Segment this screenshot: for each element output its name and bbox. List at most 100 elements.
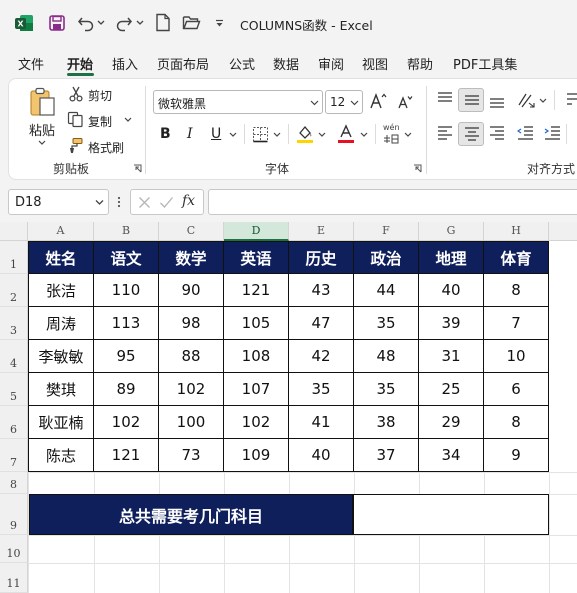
redo-icon[interactable] [115,14,133,32]
row-header-6[interactable]: 6 [0,406,28,439]
tab-formulas[interactable]: 公式 [229,54,255,73]
tab-data[interactable]: 数据 [273,54,299,73]
phonetic-guide-label[interactable]: wén [383,123,400,132]
table-cell[interactable]: 6 [484,373,549,406]
summary-label-cell[interactable]: 总共需要考几门科目 [29,494,353,535]
more-options-icon[interactable] [117,195,121,209]
font-size-select[interactable]: 12 [325,90,363,114]
bottom-align-icon[interactable] [489,94,505,108]
new-file-icon[interactable] [155,13,171,32]
underline-dropdown-icon[interactable] [229,132,237,138]
table-cell[interactable]: 109 [224,439,289,472]
format-painter-label[interactable]: 格式刷 [88,139,124,156]
increase-indent-icon[interactable] [544,126,561,140]
table-cell[interactable]: 100 [159,406,224,439]
redo-dropdown-icon[interactable] [136,20,144,26]
table-cell[interactable]: 48 [354,340,419,373]
decrease-font-size-icon[interactable] [397,94,413,110]
column-header-e[interactable]: E [289,222,354,241]
tab-help[interactable]: 帮助 [407,54,433,73]
select-all-button[interactable] [0,222,28,241]
table-cell[interactable]: 34 [419,439,484,472]
table-cell[interactable]: 38 [354,406,419,439]
table-cell[interactable]: 35 [354,373,419,406]
table-cell[interactable]: 40 [289,439,354,472]
table-cell[interactable]: 41 [289,406,354,439]
table-cell[interactable]: 9 [484,439,549,472]
row-header-11[interactable]: 11 [0,563,28,593]
font-color-dropdown-icon[interactable] [360,132,368,138]
table-cell[interactable]: 43 [289,274,354,307]
table-cell[interactable]: 31 [419,340,484,373]
table-cell[interactable]: 88 [159,340,224,373]
insert-function-button[interactable]: fx [182,193,195,209]
table-cell[interactable]: 113 [94,307,159,340]
summary-value-cell[interactable] [353,494,549,535]
table-cell[interactable]: 8 [484,406,549,439]
column-header-i[interactable] [549,222,577,241]
fill-color-dropdown-icon[interactable] [318,132,326,138]
table-header-cell[interactable]: 体育 [484,241,549,274]
table-cell[interactable]: 102 [159,373,224,406]
font-name-select[interactable]: 微软雅黑 [153,90,323,114]
middle-align-button[interactable] [458,88,484,112]
table-cell[interactable]: 90 [159,274,224,307]
decrease-indent-icon[interactable] [517,126,534,140]
table-cell[interactable]: 42 [289,340,354,373]
table-cell[interactable]: 35 [289,373,354,406]
table-cell[interactable]: 47 [289,307,354,340]
paste-label[interactable]: 粘贴 [29,120,55,139]
table-header-cell[interactable]: 姓名 [28,241,94,274]
tab-view[interactable]: 视图 [362,54,388,73]
table-cell[interactable]: 73 [159,439,224,472]
clipboard-launcher-icon[interactable] [133,164,142,173]
cut-icon[interactable] [68,86,84,102]
table-cell[interactable]: 98 [159,307,224,340]
format-painter-icon[interactable] [67,137,84,154]
copy-dropdown-icon[interactable] [124,117,132,123]
open-folder-icon[interactable] [182,14,201,31]
row-header-8[interactable]: 8 [0,472,28,494]
tab-home[interactable]: 开始 [67,54,93,73]
borders-dropdown-icon[interactable] [273,132,281,138]
center-align-button[interactable] [458,122,484,146]
column-header-h[interactable]: H [484,222,549,241]
undo-icon[interactable] [77,14,95,32]
font-launcher-icon[interactable] [413,164,422,173]
table-header-cell[interactable]: 历史 [289,241,354,274]
top-align-icon[interactable] [437,92,453,106]
tab-pdf-tools[interactable]: PDF工具集 [453,54,517,73]
row-header-10[interactable]: 10 [0,535,28,563]
row-header-1[interactable]: 1 [0,241,28,274]
tab-page-layout[interactable]: 页面布局 [157,54,209,73]
italic-button[interactable]: I [187,126,193,142]
table-header-cell[interactable]: 语文 [94,241,159,274]
table-cell[interactable]: 102 [94,406,159,439]
copy-label[interactable]: 复制 [88,113,112,130]
align-right-icon[interactable] [489,126,505,140]
table-cell[interactable]: 周涛 [28,307,94,340]
row-header-7[interactable]: 7 [0,439,28,472]
tab-insert[interactable]: 插入 [112,54,138,73]
column-header-g[interactable]: G [419,222,484,241]
copy-icon[interactable] [67,111,84,128]
table-cell[interactable]: 108 [224,340,289,373]
row-header-2[interactable]: 2 [0,274,28,307]
table-cell[interactable]: 121 [224,274,289,307]
increase-font-size-icon[interactable] [369,92,387,110]
tab-file[interactable]: 文件 [18,54,44,73]
table-cell[interactable]: 121 [94,439,159,472]
paste-icon[interactable] [28,86,58,118]
table-cell[interactable]: 耿亚楠 [28,406,94,439]
wrap-text-icon[interactable] [566,92,577,108]
table-cell[interactable]: 102 [224,406,289,439]
orientation-icon[interactable] [517,91,537,109]
table-header-cell[interactable]: 地理 [419,241,484,274]
phonetic-dropdown-icon[interactable] [404,132,412,138]
table-cell[interactable]: 25 [419,373,484,406]
underline-button[interactable]: U [211,126,221,142]
table-cell[interactable]: 105 [224,307,289,340]
orientation-dropdown-icon[interactable] [539,98,547,104]
name-box[interactable]: D18 [8,189,109,215]
enter-icon[interactable] [159,196,174,209]
